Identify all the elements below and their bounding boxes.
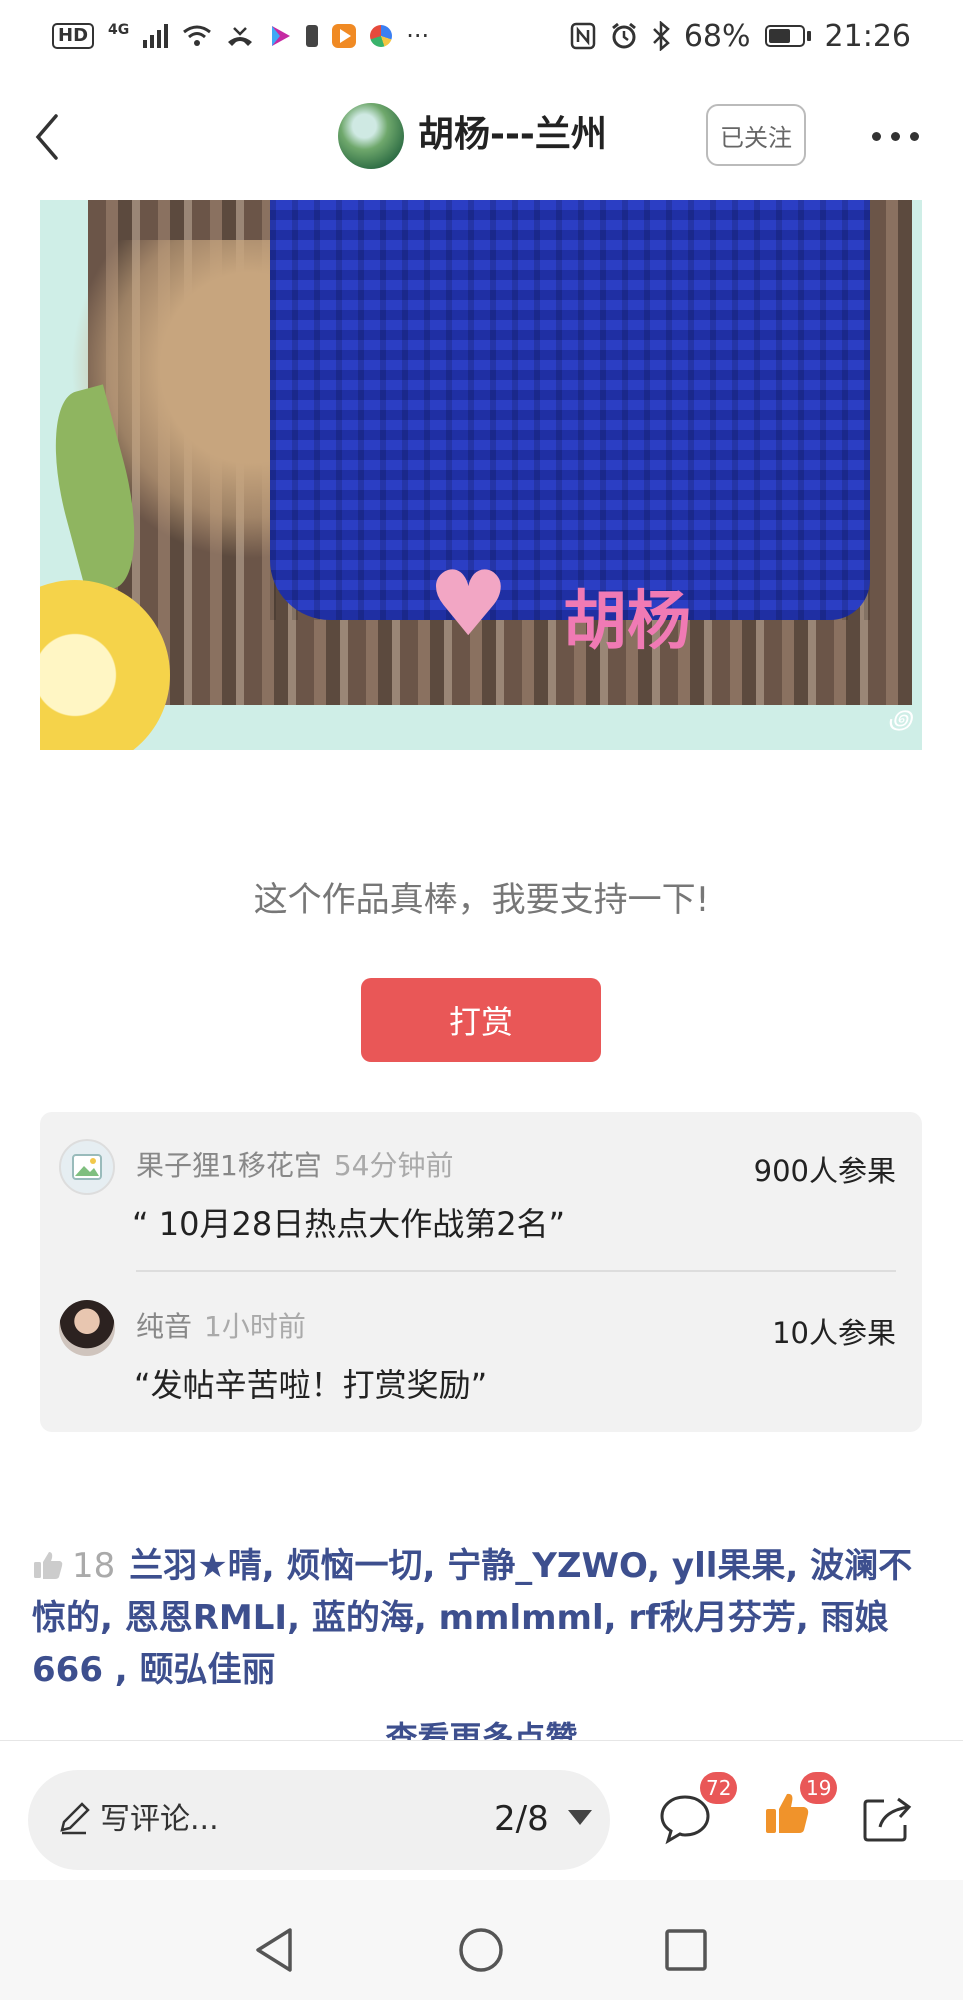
author-name[interactable]: 胡杨---兰州: [418, 110, 607, 160]
reward-message: “ 10月28日热点大作战第2名”: [132, 1205, 566, 1243]
follow-button[interactable]: 已关注: [706, 104, 806, 166]
nfc-icon: [570, 22, 596, 50]
reward-amount: 10人参果: [772, 1316, 896, 1350]
status-bar: HD 4G ··· 68% 21:26: [0, 0, 963, 72]
back-arrow-icon[interactable]: [26, 112, 76, 162]
support-prompt: 这个作品真棒，我要支持一下!: [253, 880, 710, 920]
thumbs-up-icon[interactable]: [32, 1549, 64, 1581]
status-left: HD 4G ···: [52, 22, 429, 50]
status-right: 68% 21:26: [570, 19, 911, 54]
pencil-icon: [60, 1802, 90, 1835]
reward-user-name[interactable]: 果子狸1移花宫: [136, 1149, 322, 1182]
likes-section: 18 兰羽★晴, 烦恼一切, 宁静_YZWO, yll果果, 波澜不惊的, 恩恩R…: [32, 1540, 922, 1696]
divider: [136, 1270, 896, 1272]
chevron-down-icon[interactable]: [568, 1810, 592, 1825]
wifi-icon: [183, 25, 212, 46]
hd-indicator: HD: [52, 23, 95, 49]
image-watermark: 胡杨: [563, 585, 691, 659]
reward-time: 54分钟前: [333, 1149, 454, 1182]
player-app-icon: [332, 24, 357, 48]
comment-count-badge: 72: [700, 1772, 738, 1804]
reward-user-name[interactable]: 纯音: [136, 1310, 192, 1343]
nav-home-icon[interactable]: [457, 1926, 505, 1974]
page-indicator[interactable]: 2/8: [494, 1797, 549, 1841]
site-watermark-logo: ꩜: [887, 705, 912, 735]
author-avatar[interactable]: [338, 103, 404, 169]
view-more-likes-link[interactable]: 查看更多点赞: [0, 1708, 963, 1740]
reward-button[interactable]: 打赏: [361, 978, 601, 1062]
network-type: 4G: [108, 22, 130, 38]
heart-graphic: ♥: [428, 552, 509, 657]
reward-avatar-1[interactable]: [59, 1139, 115, 1195]
like-count-badge: 19: [800, 1772, 838, 1804]
comment-icon[interactable]: [658, 1793, 712, 1845]
battery-percent: 68%: [683, 18, 751, 54]
nav-recents-icon[interactable]: [664, 1928, 708, 1972]
missed-call-icon: [228, 27, 253, 46]
clock: 21:26: [824, 18, 911, 54]
likes-count: 18: [72, 1546, 116, 1586]
video-app-icon: [272, 26, 291, 46]
nav-back-icon[interactable]: [252, 1926, 296, 1974]
browser-app-icon: [370, 25, 393, 47]
reward-message: “发帖辛苦啦！打赏奖励”: [134, 1366, 488, 1404]
comment-placeholder[interactable]: 写评论...: [100, 1800, 219, 1840]
battery-icon: [764, 25, 811, 47]
bluetooth-icon: [652, 21, 670, 51]
reward-amount: 900人参果: [753, 1154, 896, 1188]
image-placeholder-icon: [72, 1154, 102, 1180]
more-notifications-icon: ···: [406, 22, 430, 50]
liker-names[interactable]: 兰羽★晴, 烦恼一切, 宁静_YZWO, yll果果, 波澜不惊的, 恩恩RML…: [32, 1546, 912, 1690]
reward-meta-2: 纯音 1小时前: [136, 1305, 306, 1345]
alarm-icon: [611, 22, 636, 49]
share-icon[interactable]: [862, 1795, 914, 1843]
reward-meta-1: 果子狸1移花宫 54分钟前: [136, 1144, 453, 1184]
reward-time: 1小时前: [204, 1310, 306, 1343]
signal-icon: [143, 24, 169, 48]
reward-avatar-2[interactable]: [59, 1300, 115, 1356]
more-options-icon[interactable]: [872, 126, 922, 146]
post-image[interactable]: ♥ 胡杨 ꩜: [40, 200, 922, 750]
battery-small-icon: [306, 25, 319, 47]
